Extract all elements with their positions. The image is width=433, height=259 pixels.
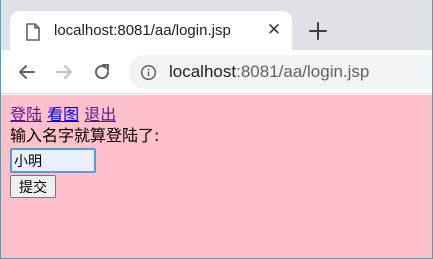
tab-strip: localhost:8081/aa/login.jsp ✕ bbox=[1, 0, 432, 50]
login-prompt: 输入名字就算登陆了: bbox=[10, 126, 160, 145]
view-image-link[interactable]: 看图 bbox=[47, 105, 79, 124]
nav-links: 登陆 看图 退出 bbox=[10, 105, 432, 125]
tab-title: localhost:8081/aa/login.jsp bbox=[54, 22, 231, 39]
reload-icon[interactable] bbox=[92, 62, 112, 82]
close-icon[interactable]: ✕ bbox=[263, 19, 285, 41]
submit-button[interactable]: 提交 bbox=[10, 175, 56, 198]
logout-link[interactable]: 退出 bbox=[84, 105, 116, 124]
info-icon[interactable] bbox=[140, 64, 157, 81]
document-icon bbox=[26, 23, 40, 41]
url-text: localhost:8081/aa/login.jsp bbox=[169, 62, 369, 82]
login-link[interactable]: 登陆 bbox=[10, 105, 42, 124]
browser-tab[interactable]: localhost:8081/aa/login.jsp ✕ bbox=[10, 11, 292, 50]
url-host: localhost bbox=[169, 62, 237, 81]
browser-toolbar: localhost:8081/aa/login.jsp bbox=[1, 50, 432, 94]
browser-window: localhost:8081/aa/login.jsp ✕ localhost:… bbox=[0, 0, 433, 259]
plus-icon[interactable] bbox=[306, 19, 330, 43]
url-path: :8081/aa/login.jsp bbox=[236, 62, 370, 81]
page-content: 登陆 看图 退出 输入名字就算登陆了: 提交 bbox=[1, 95, 432, 258]
name-input[interactable] bbox=[10, 148, 96, 173]
address-bar[interactable]: localhost:8081/aa/login.jsp bbox=[129, 55, 432, 89]
arrow-right-icon[interactable] bbox=[54, 62, 74, 82]
arrow-left-icon[interactable] bbox=[17, 62, 37, 82]
